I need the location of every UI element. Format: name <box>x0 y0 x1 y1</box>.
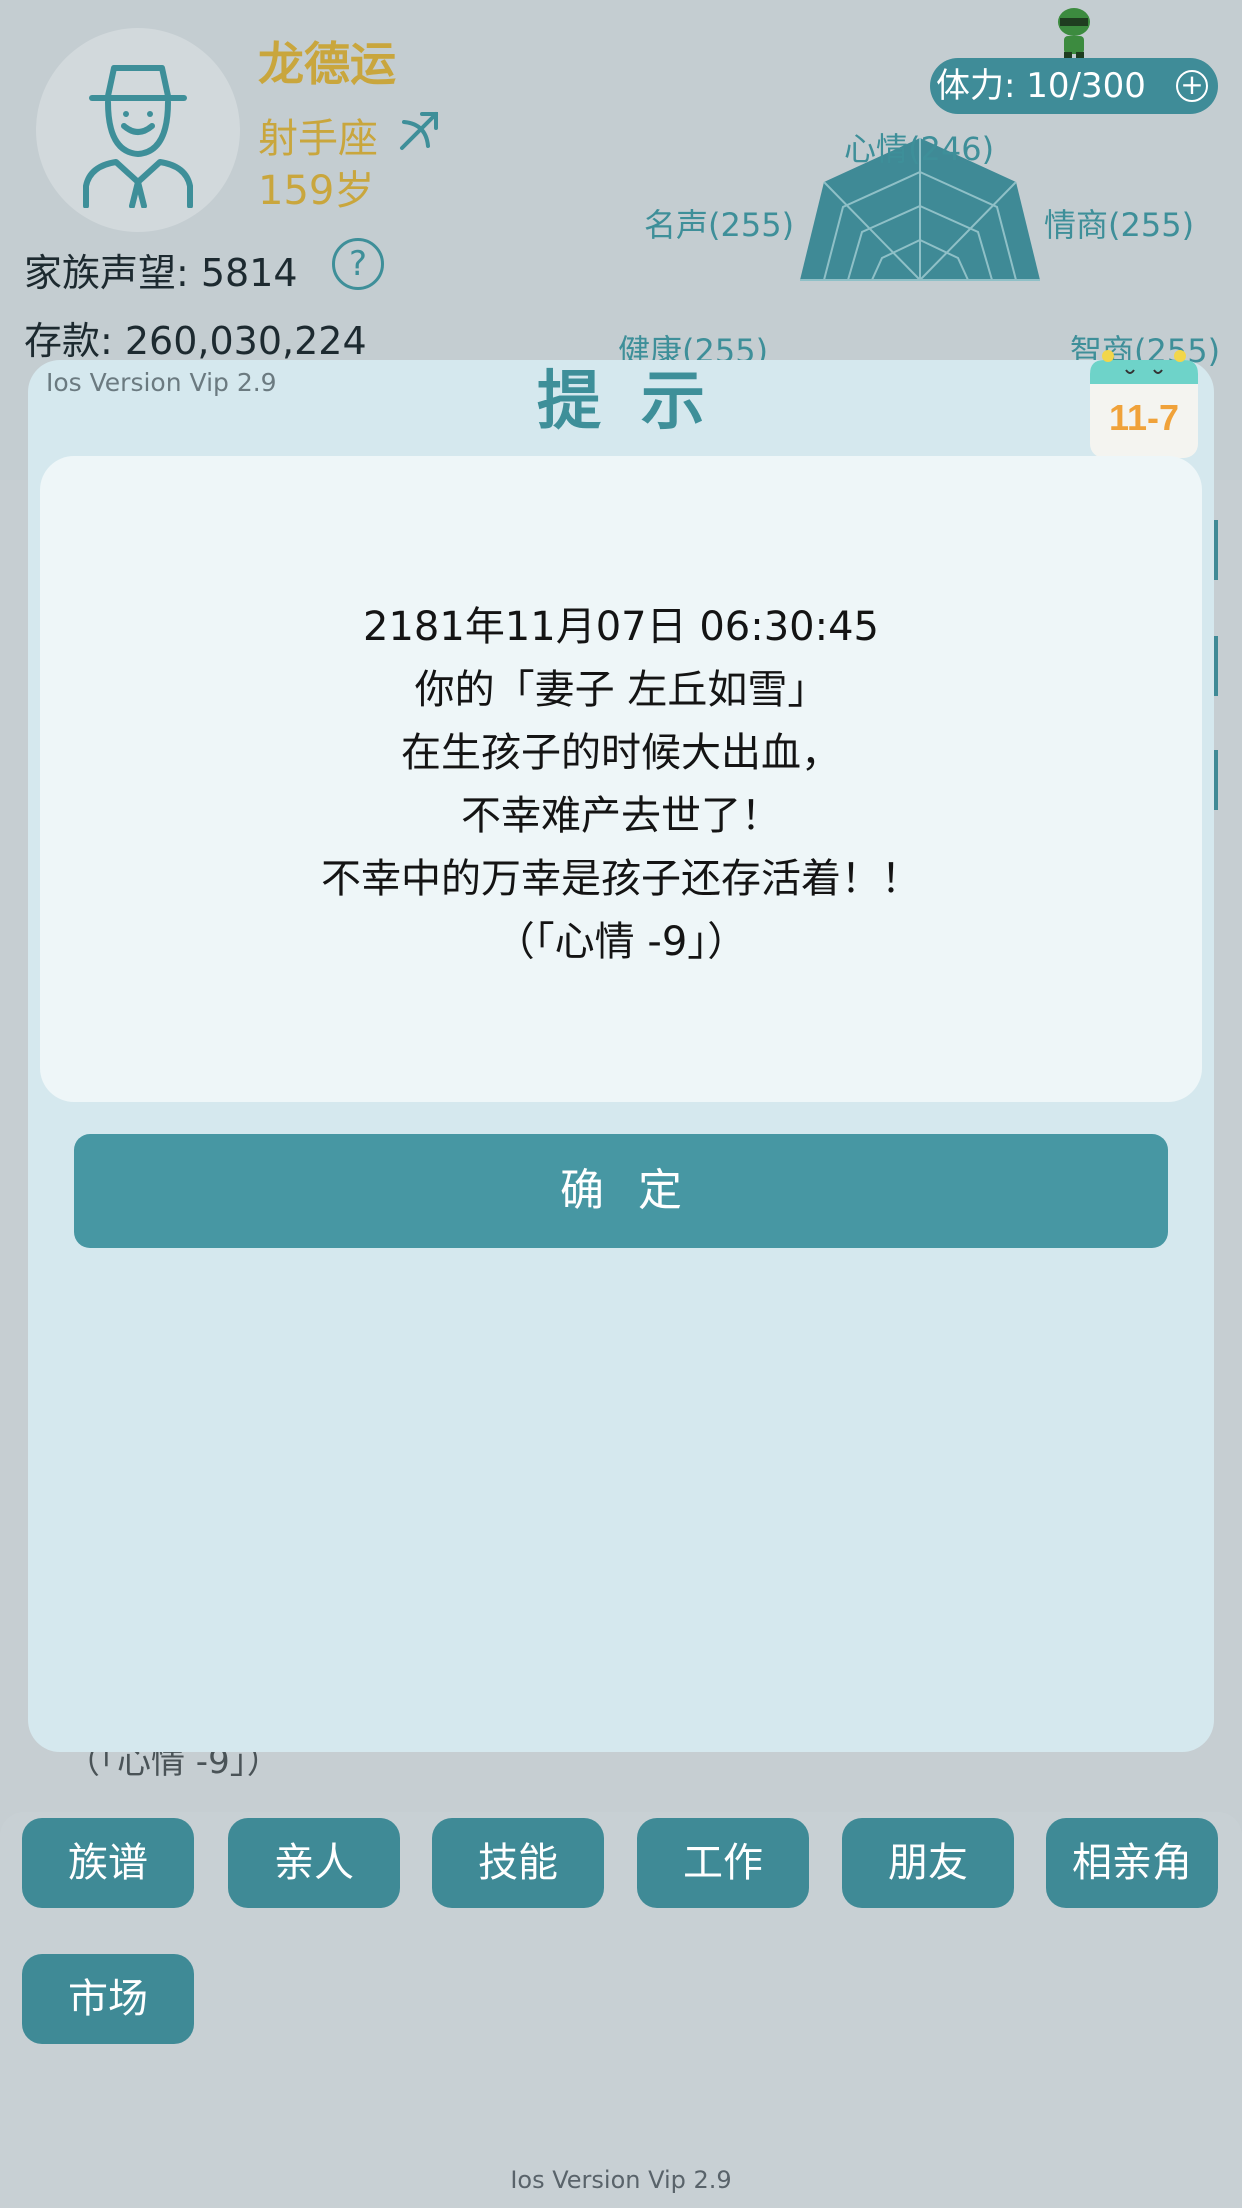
savings: 存款: 260,030,224 <box>24 319 367 363</box>
message-line: 在生孩子的时候大出血， <box>401 730 841 776</box>
nav-market-button[interactable]: 市场 <box>22 1954 194 2044</box>
message-line: 你的「妻子 左丘如雪」 <box>414 667 828 713</box>
stamina-label: 体力: 10/300 <box>936 66 1146 106</box>
footer-version: Ios Version Vip 2.9 <box>510 2166 732 2194</box>
stat-fame: 名声(255) <box>644 206 795 244</box>
zodiac-sign: 射手座 <box>258 116 378 162</box>
help-icon[interactable]: ? <box>332 238 384 290</box>
calendar-date: 11-7 <box>1109 397 1179 438</box>
message-line: 不幸中的万幸是孩子还存活着！！ <box>321 856 921 902</box>
nav-family-tree-button[interactable]: 族谱 <box>22 1818 194 1908</box>
mascot-icon[interactable] <box>1052 4 1096 60</box>
stat-mood: 心情(246) <box>844 130 995 168</box>
avatar[interactable] <box>36 28 240 232</box>
nav-relatives-button[interactable]: 亲人 <box>228 1818 400 1908</box>
nav-skills-button[interactable]: 技能 <box>432 1818 604 1908</box>
event-message: 2181年11月07日 06:30:45 你的「妻子 左丘如雪」 在生孩子的时候… <box>40 596 1202 974</box>
nav-friends-button[interactable]: 朋友 <box>842 1818 1014 1908</box>
nav-work-button[interactable]: 工作 <box>637 1818 809 1908</box>
stamina-pill[interactable]: 体力: 10/300 + <box>930 58 1218 114</box>
add-stamina-icon[interactable]: + <box>1176 70 1208 102</box>
family-reputation: 家族声望: 5814 <box>24 251 298 295</box>
message-line: 不幸难产去世了！ <box>461 793 781 839</box>
sagittarius-icon <box>400 112 438 150</box>
message-line: 2181年11月07日 06:30:45 <box>363 604 879 650</box>
message-line: （「心情 -9」） <box>494 919 748 965</box>
character-name: 龙德运 <box>258 37 396 91</box>
character-icon <box>83 65 193 208</box>
nav-matchmaking-button[interactable]: 相亲角 <box>1046 1818 1218 1908</box>
calendar-icon: 11-7 <box>1090 350 1198 458</box>
confirm-button[interactable]: 确定 <box>74 1134 1168 1248</box>
stat-eq: 情商(255) <box>1044 206 1195 244</box>
dialog-title: 提示 <box>537 365 745 439</box>
character-age: 159岁 <box>258 168 375 214</box>
